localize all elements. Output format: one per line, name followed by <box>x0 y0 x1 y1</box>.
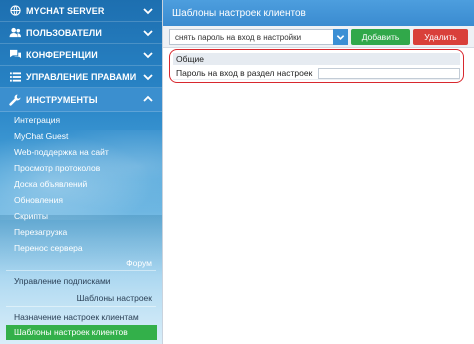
delete-button[interactable]: Удалить <box>413 29 468 45</box>
sidebar-item-scripts[interactable]: Скрипты <box>14 209 48 224</box>
sidebar-item-migrate[interactable]: Перенос сервера <box>14 241 83 256</box>
menu-tools[interactable]: ИНСТРУМЕНТЫ <box>0 88 162 112</box>
sidebar-item-web-support[interactable]: Web-поддержка на сайт <box>14 145 109 160</box>
dropdown-button[interactable] <box>333 29 348 45</box>
page-title: Шаблоны настроек клиентов <box>172 7 306 19</box>
chevron-up-icon[interactable] <box>142 93 154 105</box>
menu-label: УПРАВЛЕНИЕ ПРАВАМИ <box>26 71 137 82</box>
sidebar-item-assign-settings[interactable]: Назначение настроек клиентам <box>14 310 139 325</box>
divider <box>6 306 156 307</box>
toolbar: снять пароль на вход в настройки Добавит… <box>163 26 474 48</box>
chevron-down-icon[interactable] <box>142 5 154 17</box>
menu-label: ИНСТРУМЕНТЫ <box>26 94 98 105</box>
page-title-bar: Шаблоны настроек клиентов <box>163 0 474 26</box>
sidebar-item-restart[interactable]: Перезагрузка <box>14 225 67 240</box>
menu-label: КОНФЕРЕНЦИИ <box>26 49 98 60</box>
setting-label: Пароль на вход в раздел настроек <box>176 68 313 78</box>
chevron-down-icon[interactable] <box>142 71 154 83</box>
menu-rights[interactable]: УПРАВЛЕНИЕ ПРАВАМИ <box>0 66 162 88</box>
template-select[interactable]: снять пароль на вход в настройки <box>169 29 345 45</box>
users-icon <box>8 27 22 39</box>
chevron-down-icon[interactable] <box>142 49 154 61</box>
group-label-templates: Шаблоны настроек <box>76 293 152 303</box>
sidebar-item-mychat-guest[interactable]: MyChat Guest <box>14 129 68 144</box>
section-header: Общие <box>173 53 460 65</box>
sidebar-item-subscriptions[interactable]: Управление подписками <box>14 274 111 289</box>
sidebar-item-integration[interactable]: Интеграция <box>14 113 60 128</box>
menu-conferences[interactable]: КОНФЕРЕНЦИИ <box>0 44 162 66</box>
add-button[interactable]: Добавить <box>351 29 410 45</box>
sidebar-item-client-templates[interactable]: Шаблоны настроек клиентов <box>6 325 157 340</box>
globe-icon <box>8 5 22 17</box>
wrench-icon <box>8 94 22 106</box>
menu-mychat-server[interactable]: MYCHAT SERVER <box>0 0 162 22</box>
menu-users[interactable]: ПОЛЬЗОВАТЕЛИ <box>0 22 162 44</box>
sidebar-item-board[interactable]: Доска объявлений <box>14 177 87 192</box>
menu-label: ПОЛЬЗОВАТЕЛИ <box>26 27 102 38</box>
sidebar: MYCHAT SERVER ПОЛЬЗОВАТЕЛИ КОНФЕРЕНЦИИ У… <box>0 0 162 344</box>
divider <box>6 270 156 271</box>
group-label-forum: Форум <box>126 258 152 268</box>
sidebar-item-updates[interactable]: Обновления <box>14 193 63 208</box>
sidebar-item-logs[interactable]: Просмотр протоколов <box>14 161 100 176</box>
settings-panel: Общие Пароль на вход в раздел настроек <box>169 49 464 83</box>
menu-label: MYCHAT SERVER <box>26 5 105 16</box>
password-field[interactable] <box>318 68 460 79</box>
divider <box>162 0 163 344</box>
chevron-down-icon[interactable] <box>142 27 154 39</box>
template-select-value: снять пароль на вход в настройки <box>175 32 302 42</box>
chat-icon <box>8 49 22 61</box>
list-icon <box>8 71 22 83</box>
chevron-down-icon <box>336 34 345 40</box>
